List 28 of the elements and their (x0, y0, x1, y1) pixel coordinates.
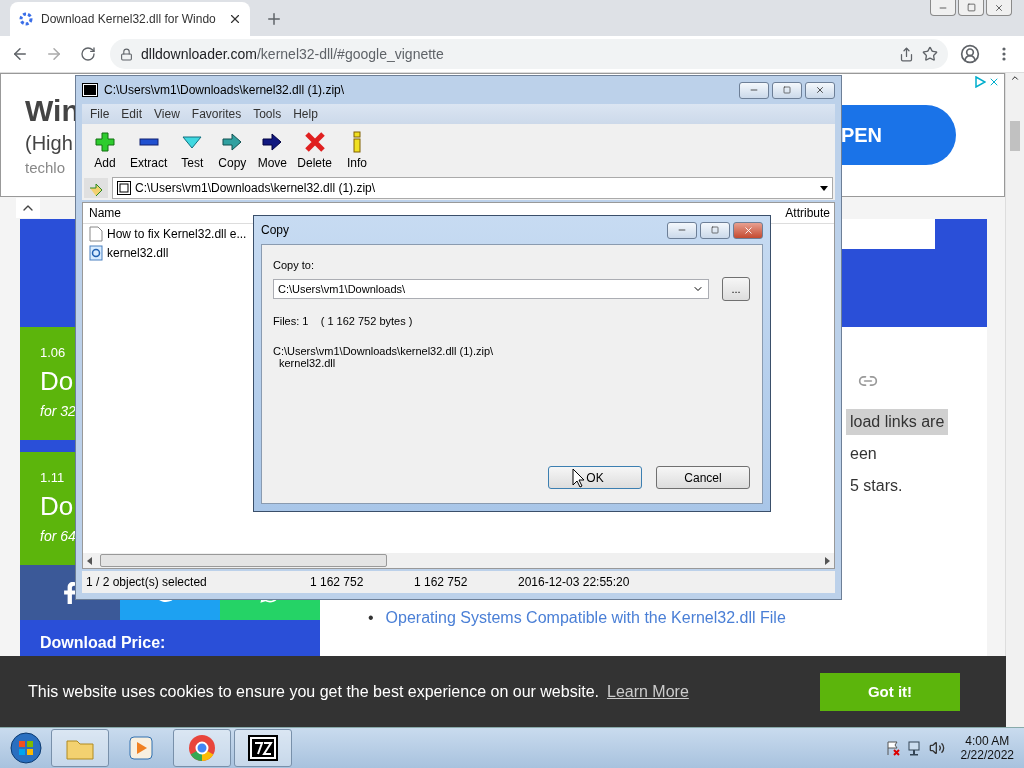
clock-time: 4:00 AM (965, 734, 1010, 748)
ad-text: (High (25, 132, 74, 155)
window-title: C:\Users\vm1\Downloads\kernel32.dll (1).zip\ (104, 83, 345, 97)
source-path: kernel32.dll (278, 357, 336, 369)
files-info: Files: 1 ( 1 162 752 bytes ) (273, 315, 413, 327)
field-label: Copy to: (273, 259, 314, 271)
bullet: • (368, 609, 374, 627)
card-subtitle: for 64 (40, 528, 77, 544)
status-text: 2016-12-03 22:55:20 (517, 575, 631, 589)
url-path: /kernel32-dll/#google_vignette (256, 46, 444, 62)
body-text: een (849, 444, 878, 464)
cookie-text: This website uses cookies to ensure you get the best experience on our website. (28, 682, 599, 701)
card-subtitle: for 32 (40, 403, 77, 419)
body-text: 5 stars. (849, 476, 904, 496)
card-title: Do (40, 366, 75, 397)
status-text: 1 / 2 object(s) selected (85, 575, 208, 589)
price-label: Download Price: (40, 634, 166, 651)
clock-date: 2/22/2022 (960, 748, 1014, 762)
file-size: 1.11 (40, 470, 66, 485)
card-title: Do (40, 491, 75, 522)
ad-text: techlo (25, 159, 67, 176)
body-text: load links are (846, 409, 949, 435)
status-text: 1 162 752 (309, 575, 365, 589)
source-path: C:\Users\vm1\Downloads\kernel32.dll (1).zip\ (273, 345, 494, 357)
dialog-title: Copy (261, 223, 289, 237)
url-host: dlldownloader.com (141, 46, 257, 62)
status-text: 1 162 752 (413, 575, 469, 589)
tab-title: Download Kernel32.dll for Windo (41, 12, 217, 26)
